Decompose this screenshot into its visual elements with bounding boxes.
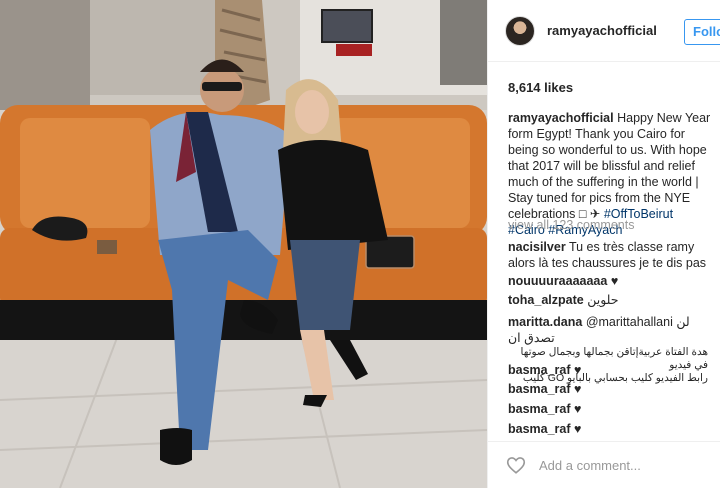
comment-text: ♥ xyxy=(574,382,582,396)
avatar[interactable] xyxy=(505,15,535,46)
post-photo[interactable] xyxy=(0,0,487,488)
comment: basma_raf ♥ xyxy=(508,421,718,437)
comment-username[interactable]: basma_raf xyxy=(508,402,571,416)
comment-username[interactable]: basma_raf xyxy=(508,363,571,377)
comment-username[interactable]: nacisilver xyxy=(508,240,566,254)
post-header: ramyayachofficial Follow xyxy=(488,0,720,62)
comment-username[interactable]: nouuuuraaaaaaa xyxy=(508,274,607,288)
photo-illustration xyxy=(0,0,487,488)
follow-button[interactable]: Follow xyxy=(684,19,720,45)
likes-count[interactable]: 8,614 likes xyxy=(508,80,573,95)
comment-username[interactable]: toha_alzpate xyxy=(508,293,584,307)
caption-text: Happy New Year form Egypt! Thank you Cai… xyxy=(508,111,711,221)
comment-footer: Add a comment... xyxy=(488,441,720,488)
comment-text: ♥ xyxy=(574,363,582,377)
heart-icon[interactable] xyxy=(505,454,527,476)
comment-username[interactable]: maritta.dana xyxy=(508,315,582,329)
comment-username[interactable]: basma_raf xyxy=(508,422,571,436)
comment: toha_alzpate حلوين xyxy=(508,292,718,308)
comment: basma_raf ♥ xyxy=(508,401,718,417)
comment-text: ♥ xyxy=(574,402,582,416)
instagram-post: ramyayachofficial Follow 8,614 likes ram… xyxy=(0,0,720,488)
comment: basma_raf ♥ xyxy=(508,362,718,378)
comment-text: ♥ xyxy=(610,274,619,288)
post-sidebar: ramyayachofficial Follow 8,614 likes ram… xyxy=(487,0,720,488)
header-username[interactable]: ramyayachofficial xyxy=(547,23,657,38)
add-comment-input[interactable]: Add a comment... xyxy=(539,458,641,473)
view-all-comments-link[interactable]: view all 123 comments xyxy=(508,218,634,232)
comment: nouuuuraaaaaaa ♥ xyxy=(508,273,718,289)
comment-username[interactable]: basma_raf xyxy=(508,382,571,396)
comment: basma_raf ♥ xyxy=(508,381,718,397)
comment: nacisilver Tu es très classe ramy alors … xyxy=(508,239,718,271)
comment-text: حلوين xyxy=(587,293,619,307)
caption-username[interactable]: ramyayachofficial xyxy=(508,111,614,125)
comment-text: ♥ xyxy=(574,422,582,436)
